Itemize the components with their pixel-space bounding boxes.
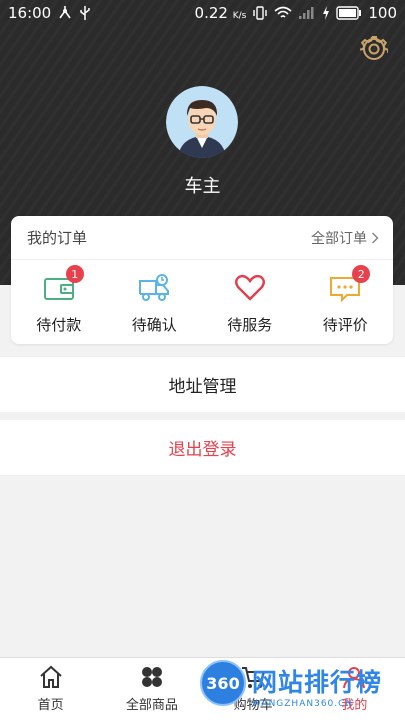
order-pending-service[interactable]: 待服务 bbox=[202, 260, 298, 344]
tab-bar: 首页 全部商品 购物车 我的 bbox=[0, 657, 405, 720]
truck-icon bbox=[139, 274, 170, 301]
address-management-label: 地址管理 bbox=[168, 377, 237, 397]
heart-icon bbox=[234, 274, 265, 301]
tab-label: 全部商品 bbox=[125, 698, 178, 713]
charging-icon bbox=[323, 6, 330, 20]
gear-icon[interactable] bbox=[360, 35, 388, 63]
grid-icon bbox=[141, 667, 162, 687]
tab-cart[interactable]: 购物车 bbox=[203, 658, 304, 720]
address-management-button[interactable]: 地址管理 bbox=[0, 357, 405, 412]
tab-label: 首页 bbox=[37, 698, 64, 713]
tab-label: 购物车 bbox=[233, 698, 273, 713]
badge-pending-payment: 1 bbox=[65, 265, 84, 283]
tab-home[interactable]: 首页 bbox=[0, 658, 101, 720]
order-pending-confirm[interactable]: 待确认 bbox=[107, 260, 203, 344]
orders-card: 我的订单 全部订单 1 待付款 待确认 待服务 2 待评价 bbox=[11, 216, 393, 344]
tab-mine[interactable]: 我的 bbox=[304, 658, 405, 720]
logout-label: 退出登录 bbox=[168, 440, 237, 460]
status-time: 16:00 bbox=[8, 4, 52, 22]
order-pending-review[interactable]: 2 待评价 bbox=[298, 260, 394, 344]
home-icon bbox=[39, 665, 62, 688]
all-orders-label: 全部订单 bbox=[311, 230, 367, 247]
logout-button[interactable]: 退出登录 bbox=[0, 420, 405, 475]
order-label: 待服务 bbox=[227, 316, 273, 334]
network-speed: 0.22 K/s bbox=[194, 4, 247, 22]
all-orders-link[interactable]: 全部订单 bbox=[311, 228, 379, 248]
avatar[interactable] bbox=[166, 86, 238, 158]
usb-icon bbox=[80, 6, 90, 20]
status-bar: 16:00 0.22 K/s 100 bbox=[0, 0, 405, 26]
cart-icon bbox=[242, 667, 266, 688]
orders-header: 我的订单 全部订单 bbox=[11, 216, 393, 260]
battery-level: 100 bbox=[368, 4, 397, 22]
username: 车主 bbox=[184, 176, 221, 197]
badge-pending-review: 2 bbox=[352, 265, 371, 283]
signal-icon bbox=[299, 7, 314, 19]
order-label: 待付款 bbox=[36, 316, 82, 334]
avatar-image bbox=[166, 86, 238, 158]
order-label: 待评价 bbox=[322, 316, 368, 334]
vibrate-icon bbox=[253, 6, 268, 20]
wifi-icon bbox=[274, 6, 292, 18]
tab-label: 我的 bbox=[341, 698, 368, 713]
network-share-icon bbox=[59, 6, 71, 19]
tab-all-products[interactable]: 全部商品 bbox=[101, 658, 202, 720]
orders-title: 我的订单 bbox=[27, 229, 88, 247]
order-label: 待确认 bbox=[131, 316, 177, 334]
chevron-right-icon bbox=[371, 231, 379, 244]
order-pending-payment[interactable]: 1 待付款 bbox=[11, 260, 107, 344]
battery-icon bbox=[336, 6, 362, 20]
user-icon bbox=[343, 667, 366, 689]
